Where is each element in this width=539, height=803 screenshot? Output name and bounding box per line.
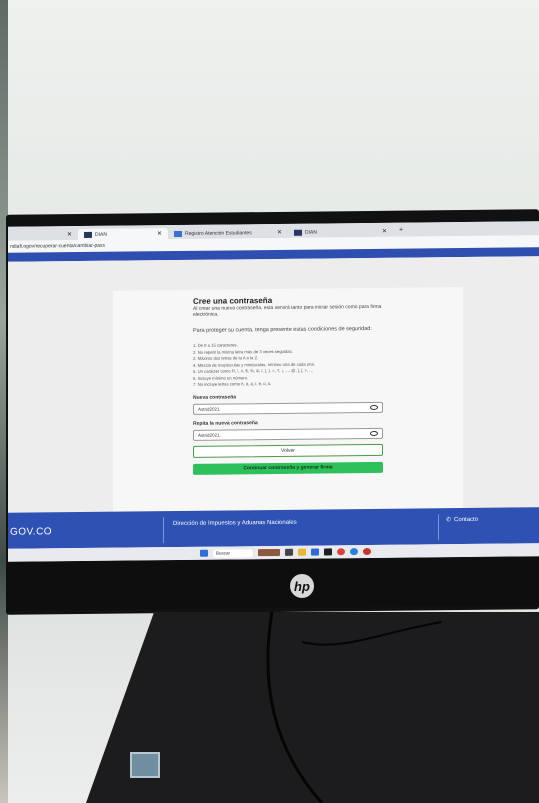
taskbar-search[interactable]: Buscar [213,548,253,558]
submit-button[interactable]: Continuar contraseña y generar firma [193,461,383,475]
new-password-value: Astrid2021. [198,406,221,412]
app-icon[interactable] [363,547,371,556]
task-view-icon[interactable] [285,548,293,556]
monitor-chin [6,557,539,611]
close-icon[interactable]: ✕ [382,228,387,235]
new-password-field[interactable]: Astrid2021. [193,401,383,415]
page-content: Cree una contraseña Al crear una nueva c… [8,256,539,520]
close-icon[interactable]: ✕ [67,231,72,238]
new-password-label: Nueva contraseña [193,393,237,401]
org-name[interactable]: Dirección de Impuestos y Aduanas Naciona… [173,520,297,527]
wall-background [0,0,539,230]
dian-favicon-icon [84,231,92,238]
dian-favicon-icon [294,229,302,236]
new-tab-button[interactable]: + [399,226,403,233]
widget-icon[interactable] [258,548,280,557]
tab-label: DIAN [305,229,317,236]
contact-link[interactable]: ✆ Contacto [446,516,478,523]
phone-icon: ✆ [446,517,452,524]
repeat-password-value: Astrid2021. [198,432,221,438]
registro-favicon-icon [174,230,182,237]
hp-logo: hp [290,574,314,598]
intro-text: Al crear una nueva contraseña, esta serv… [193,303,382,318]
file-explorer-icon[interactable] [298,548,306,556]
windows-start-icon[interactable] [200,549,208,557]
footer-divider [163,517,164,544]
eye-icon[interactable] [370,404,378,410]
conditions-intro: Para proteger su cuenta, tenga presente … [193,325,372,334]
gov-co-logo[interactable]: GOV.CO [10,526,52,537]
edge-icon[interactable] [350,548,358,556]
password-rules-list: 1. De 8 a 15 caracteres. 2. No repetir l… [193,341,383,388]
taskbar-search-label: Buscar [216,550,231,556]
footer-divider [438,514,439,541]
chrome-icon[interactable] [337,548,345,556]
site-footer: GOV.CO Dirección de Impuestos y Aduanas … [8,507,539,549]
repeat-password-field[interactable]: Astrid2021. [193,427,383,441]
password-form-card: Cree una contraseña Al crear una nueva c… [113,287,463,517]
cpu-sticker [130,752,160,778]
contact-label: Contacto [454,516,479,523]
tab-label: Registro Atención Estudiantes [185,229,252,237]
rule-item: 7. No incluye letras como ñ, ó, á, í, é,… [193,381,272,387]
back-button[interactable]: Volver [193,443,383,458]
repeat-password-label: Repita la nueva contraseña [193,419,258,427]
power-cable [266,612,442,803]
eye-icon[interactable] [370,430,378,436]
close-icon[interactable]: ✕ [277,229,282,236]
monitor-screen: ✕ DIAN ✕ Registro Atención Estudiantes ✕… [8,221,539,562]
close-icon[interactable]: ✕ [157,230,162,237]
mail-icon[interactable] [311,548,319,556]
store-icon[interactable] [324,548,332,556]
url-text: ndiafi.ogov/recuperar-cuenta/cambiar-pas… [10,242,106,250]
tab-placeholder: ✕ [8,229,78,241]
tab-label: DIAN [95,231,107,238]
